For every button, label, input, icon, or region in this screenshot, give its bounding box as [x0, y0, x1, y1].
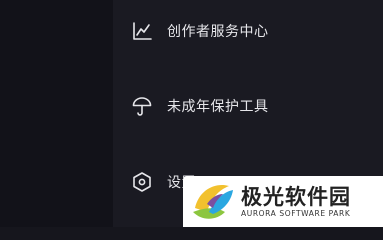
screen: 创作者服务中心 未成年保护工具 设置 极光软件园 AURORA SOFTWARE…	[0, 0, 383, 227]
left-background	[0, 0, 113, 227]
menu-item-label: 创作者服务中心	[167, 24, 269, 40]
settings-hexagon-icon	[131, 171, 153, 193]
umbrella-icon	[131, 95, 153, 117]
chart-line-icon	[131, 20, 153, 42]
menu-item-label: 未成年保护工具	[167, 99, 269, 115]
menu-item-creator-service-center[interactable]: 创作者服务中心	[131, 14, 371, 48]
watermark-subtitle: AURORA SOFTWARE PARK	[241, 208, 351, 218]
aurora-logo-icon	[193, 184, 233, 219]
watermark-overlay: 极光软件园 AURORA SOFTWARE PARK	[183, 176, 383, 227]
watermark-text: 极光软件园 AURORA SOFTWARE PARK	[241, 185, 351, 219]
menu-item-minor-protection-tools[interactable]: 未成年保护工具	[131, 89, 371, 123]
watermark-title: 极光软件园	[241, 184, 351, 209]
